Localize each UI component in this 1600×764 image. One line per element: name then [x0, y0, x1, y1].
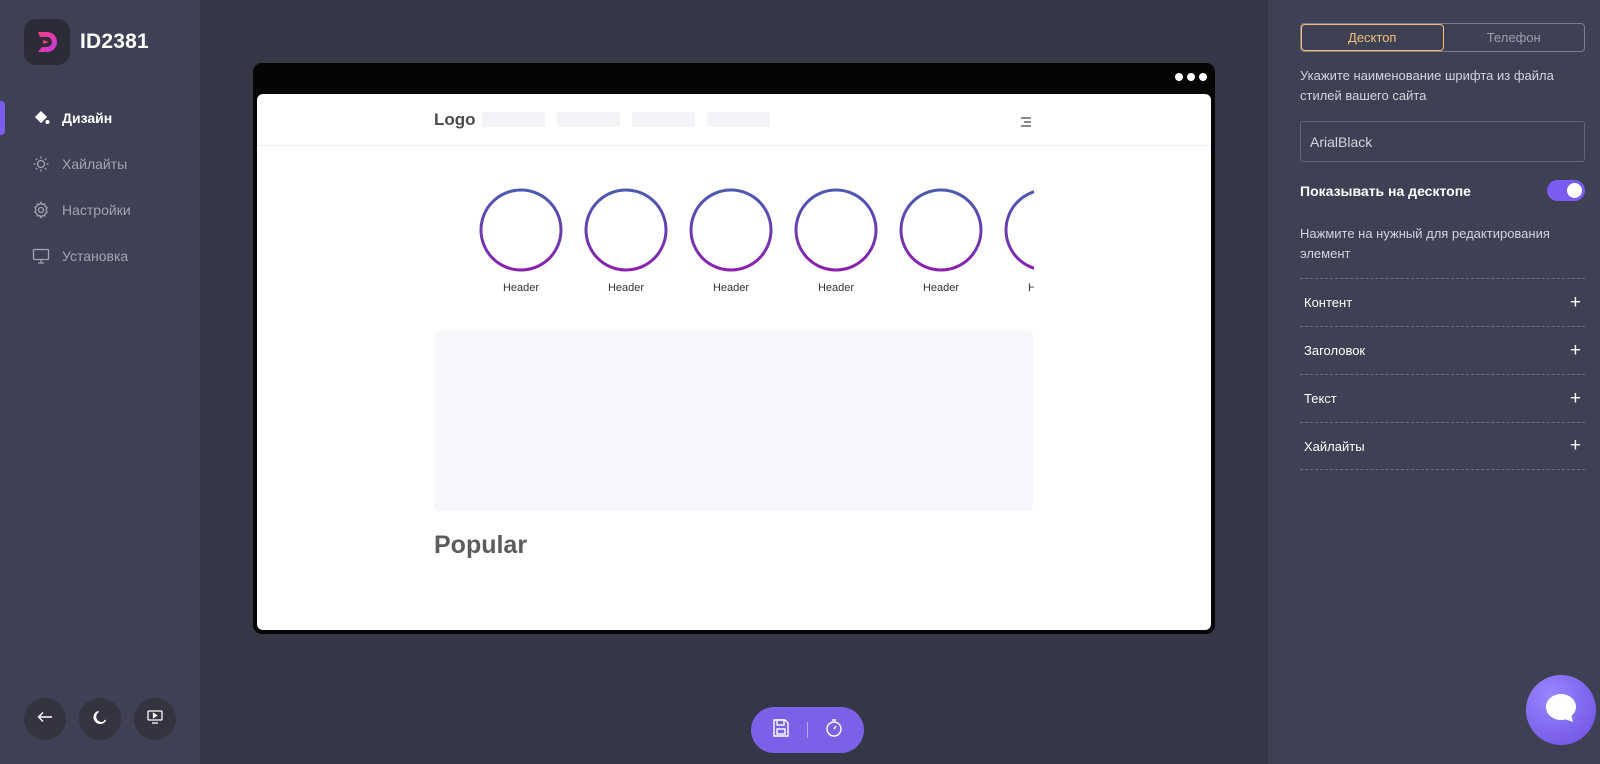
sidebar-item-label: Хайлайты	[62, 156, 128, 172]
sidebar-bottom-buttons	[24, 698, 176, 740]
element-sections: Контент + Заголовок + Текст + Хайлайты +	[1300, 278, 1585, 470]
plus-icon: +	[1569, 291, 1581, 313]
sidebar-item-label: Установка	[62, 248, 129, 264]
bottom-toolbar	[751, 707, 864, 753]
highlight-item[interactable]: Header	[791, 188, 881, 294]
highlight-label: Header	[502, 282, 540, 294]
save-icon	[771, 718, 791, 743]
highlight-item[interactable]: Header	[476, 188, 566, 294]
preview-button[interactable]	[134, 698, 176, 740]
plus-icon: +	[1569, 339, 1581, 361]
highlights-row: Header Header Header Header Header Heade…	[476, 188, 1034, 298]
highlight-ring-icon	[1004, 190, 1034, 270]
section-text[interactable]: Текст +	[1300, 374, 1585, 422]
highlight-ring-icon	[794, 188, 878, 272]
sidebar: ID2381 Дизайн Хайлайты Настройки Установ…	[0, 0, 200, 764]
sidebar-item-design[interactable]: Дизайн	[0, 95, 200, 141]
highlight-item[interactable]: Header	[1001, 188, 1034, 294]
sidebar-item-settings[interactable]: Настройки	[0, 187, 200, 233]
device-tabs: Десктоп Телефон	[1300, 23, 1585, 52]
sidebar-item-label: Настройки	[62, 202, 131, 218]
highlight-ring-icon	[479, 188, 563, 272]
chat-button[interactable]	[1526, 675, 1596, 745]
font-hint: Укажите наименование шрифта из файла сти…	[1300, 68, 1554, 103]
section-heading[interactable]: Заголовок +	[1300, 326, 1585, 374]
brand[interactable]: ID2381	[24, 19, 149, 65]
gear-icon	[32, 201, 50, 219]
preview-icon	[147, 709, 163, 729]
site-header[interactable]: Logo	[257, 94, 1211, 146]
theme-toggle-button[interactable]	[79, 698, 121, 740]
moon-icon	[92, 709, 108, 730]
highlight-ring-icon	[584, 188, 668, 272]
back-button[interactable]	[24, 698, 66, 740]
plus-icon: +	[1569, 435, 1581, 456]
show-desktop-label: Показывать на десктопе	[1300, 182, 1471, 199]
nav-placeholder	[557, 112, 620, 127]
nav-placeholder	[707, 112, 770, 127]
highlight-item[interactable]: Header	[581, 188, 671, 294]
sidebar-item-install[interactable]: Установка	[0, 233, 200, 279]
site-logo: Logo	[434, 110, 476, 129]
nav-placeholder	[482, 112, 545, 127]
section-content[interactable]: Контент +	[1300, 278, 1585, 326]
show-desktop-toggle[interactable]	[1547, 180, 1585, 201]
highlight-label: Header	[817, 282, 855, 294]
section-label: Контент	[1304, 295, 1353, 310]
edit-hint: Нажмите на нужный для редактирования эле…	[1300, 226, 1550, 261]
save-button[interactable]	[771, 718, 791, 743]
browser-dots-icon	[1175, 73, 1207, 81]
sidebar-item-highlights[interactable]: Хайлайты	[0, 141, 200, 187]
section-label: Текст	[1304, 391, 1337, 406]
menu-icon[interactable]	[1020, 114, 1032, 132]
highlight-ring-icon	[899, 188, 983, 272]
brand-logo-icon	[24, 19, 70, 65]
settings-panel: Десктоп Телефон Укажите наименование шри…	[1268, 0, 1600, 764]
sidebar-nav: Дизайн Хайлайты Настройки Установка	[0, 95, 200, 279]
paint-bucket-icon	[32, 109, 50, 127]
back-arrow-icon	[37, 710, 53, 728]
browser-mockup: Logo Header Header Header Header Header …	[253, 63, 1215, 634]
section-title[interactable]: Popular	[434, 531, 527, 560]
chat-bubble-icon	[1544, 692, 1578, 729]
sun-icon	[32, 155, 50, 173]
tab-phone[interactable]: Телефон	[1444, 24, 1585, 51]
show-desktop-row: Показывать на десктопе	[1300, 180, 1585, 201]
tab-desktop[interactable]: Десктоп	[1301, 24, 1444, 51]
section-highlights[interactable]: Хайлайты +	[1300, 422, 1585, 470]
highlight-label: Header	[922, 282, 960, 294]
section-label: Хайлайты	[1304, 438, 1365, 454]
highlight-label: Header	[607, 282, 645, 294]
section-label: Заголовок	[1304, 343, 1366, 358]
timer-button[interactable]	[824, 718, 844, 743]
highlight-item[interactable]: Header	[896, 188, 986, 294]
banner-placeholder[interactable]	[434, 331, 1033, 511]
highlight-item[interactable]: Header	[686, 188, 776, 294]
plus-icon: +	[1569, 387, 1581, 409]
site-preview[interactable]: Logo Header Header Header Header Header …	[257, 94, 1211, 630]
brand-name: ID2381	[80, 30, 149, 53]
toolbar-separator	[807, 722, 808, 738]
sidebar-item-label: Дизайн	[62, 110, 113, 126]
highlight-ring-icon	[689, 188, 773, 272]
nav-placeholder	[632, 112, 695, 127]
font-name-input[interactable]	[1300, 121, 1585, 162]
highlight-label: Header	[1027, 282, 1034, 294]
monitor-icon	[32, 247, 50, 265]
highlight-label: Header	[712, 282, 750, 294]
timer-icon	[824, 718, 844, 743]
